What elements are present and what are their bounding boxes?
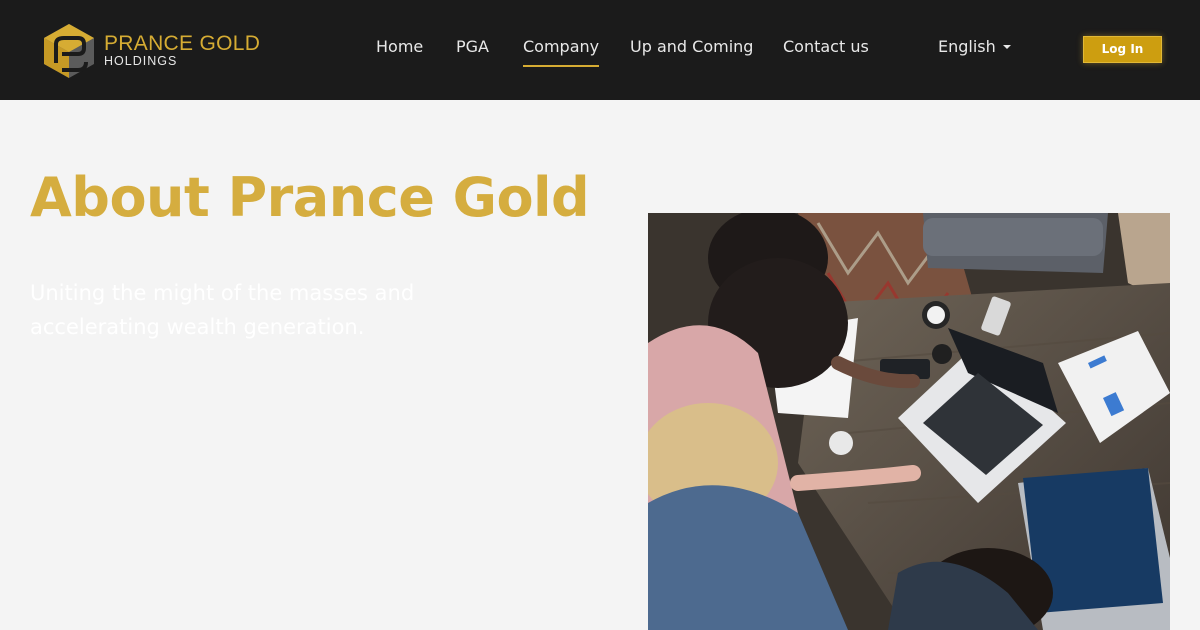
language-label: English xyxy=(938,37,996,56)
nav-company[interactable]: Company xyxy=(523,37,600,67)
language-selector[interactable]: English xyxy=(938,37,1011,56)
nav-up-and-coming[interactable]: Up and Coming xyxy=(630,37,753,56)
team-meeting-photo xyxy=(648,213,1170,630)
nav-pga[interactable]: PGA xyxy=(456,37,489,56)
login-button[interactable]: Log In xyxy=(1083,36,1162,63)
brand-logo[interactable]: PRANCE GOLD HOLDINGS xyxy=(42,20,282,82)
nav-contact-us[interactable]: Contact us xyxy=(783,37,869,56)
brand-subname: HOLDINGS xyxy=(104,54,178,68)
navbar: PRANCE GOLD HOLDINGS Home PGA Company Up… xyxy=(0,0,1200,100)
brand-name: PRANCE GOLD xyxy=(104,32,261,55)
page-subtitle: Uniting the might of the masses and acce… xyxy=(30,281,415,339)
brand-logo-icon xyxy=(44,24,94,78)
page-title: About Prance Gold xyxy=(30,166,590,229)
chevron-down-icon xyxy=(1002,44,1011,49)
nav-home[interactable]: Home xyxy=(376,37,423,56)
